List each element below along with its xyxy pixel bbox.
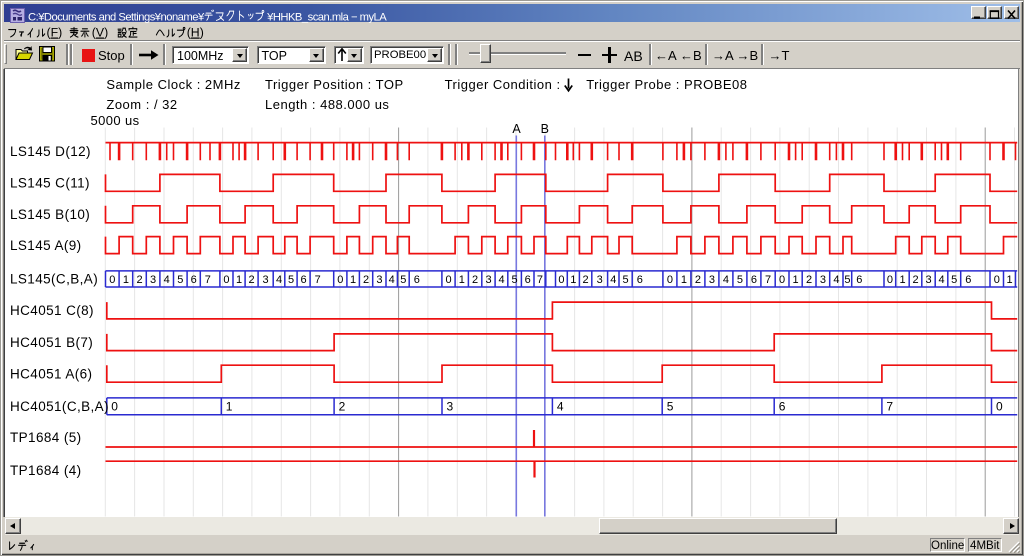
svg-text:6: 6 xyxy=(637,274,643,286)
svg-text:0: 0 xyxy=(109,274,115,286)
svg-text:4: 4 xyxy=(389,274,395,286)
svg-text:Trigger Condition :: Trigger Condition : xyxy=(445,77,561,92)
svg-text:7: 7 xyxy=(315,274,321,286)
svg-text:2: 2 xyxy=(472,274,478,286)
svg-text:HC4051(C,B,A): HC4051(C,B,A) xyxy=(10,399,109,414)
svg-text:1: 1 xyxy=(793,274,799,286)
svg-text:2: 2 xyxy=(912,274,918,286)
svg-text:5: 5 xyxy=(512,274,518,286)
svg-text:0: 0 xyxy=(445,274,451,286)
svg-text:6: 6 xyxy=(779,400,786,414)
svg-text:5: 5 xyxy=(177,274,183,286)
svg-text:7: 7 xyxy=(537,274,543,286)
svg-text:5: 5 xyxy=(951,274,957,286)
svg-text:Trigger Probe : PROBE08: Trigger Probe : PROBE08 xyxy=(586,77,747,92)
svg-text:6: 6 xyxy=(751,274,757,286)
svg-text:1: 1 xyxy=(899,274,905,286)
svg-text:2: 2 xyxy=(363,274,369,286)
svg-text:0: 0 xyxy=(558,274,564,286)
svg-text:Trigger Position : TOP: Trigger Position : TOP xyxy=(265,77,404,92)
svg-text:2: 2 xyxy=(339,400,346,414)
svg-text:B: B xyxy=(541,122,549,136)
svg-text:0: 0 xyxy=(994,274,1000,286)
svg-text:3: 3 xyxy=(597,274,603,286)
svg-text:3: 3 xyxy=(263,274,269,286)
svg-text:4: 4 xyxy=(723,274,729,286)
svg-text:0: 0 xyxy=(667,274,673,286)
svg-text:5: 5 xyxy=(844,274,850,286)
svg-text:1: 1 xyxy=(681,274,687,286)
svg-text:4: 4 xyxy=(610,274,616,286)
svg-text:7: 7 xyxy=(765,274,771,286)
svg-text:1: 1 xyxy=(236,274,242,286)
svg-text:LS145 B(10): LS145 B(10) xyxy=(10,207,90,222)
svg-text:0: 0 xyxy=(996,400,1003,414)
svg-text:4: 4 xyxy=(833,274,839,286)
svg-text:5: 5 xyxy=(623,274,629,286)
svg-text:4: 4 xyxy=(498,274,504,286)
svg-text:0: 0 xyxy=(779,274,785,286)
svg-text:6: 6 xyxy=(965,274,971,286)
svg-text:6: 6 xyxy=(856,274,862,286)
svg-text:3: 3 xyxy=(376,274,382,286)
svg-text:2: 2 xyxy=(695,274,701,286)
svg-text:0: 0 xyxy=(887,274,893,286)
svg-text:4: 4 xyxy=(557,400,564,414)
svg-text:1: 1 xyxy=(226,400,233,414)
svg-text:3: 3 xyxy=(820,274,826,286)
svg-text:5: 5 xyxy=(400,274,406,286)
svg-text:2: 2 xyxy=(583,274,589,286)
svg-text:4: 4 xyxy=(164,274,170,286)
svg-text:LS145 A(9): LS145 A(9) xyxy=(10,238,82,253)
svg-text:1: 1 xyxy=(350,274,356,286)
svg-text:TP1684 (4): TP1684 (4) xyxy=(10,463,82,478)
svg-text:6: 6 xyxy=(414,274,420,286)
svg-text:6: 6 xyxy=(191,274,197,286)
svg-text:Zoom : / 32: Zoom : / 32 xyxy=(106,97,177,112)
svg-text:Length : 488.000 us: Length : 488.000 us xyxy=(265,97,389,112)
svg-text:3: 3 xyxy=(447,400,454,414)
svg-text:1: 1 xyxy=(1006,274,1012,286)
svg-text:0: 0 xyxy=(223,274,229,286)
svg-text:LS145 C(11): LS145 C(11) xyxy=(10,176,90,191)
svg-text:5: 5 xyxy=(737,274,743,286)
svg-text:HC4051 C(8): HC4051 C(8) xyxy=(10,303,94,318)
svg-text:6: 6 xyxy=(525,274,531,286)
svg-text:0: 0 xyxy=(111,400,118,414)
svg-text:1: 1 xyxy=(459,274,465,286)
svg-text:LS145 D(12): LS145 D(12) xyxy=(10,144,91,159)
svg-text:TP1684 (5): TP1684 (5) xyxy=(10,430,82,445)
svg-text:1: 1 xyxy=(123,274,129,286)
svg-text:A: A xyxy=(512,122,521,136)
svg-text:6: 6 xyxy=(301,274,307,286)
svg-text:HC4051 B(7): HC4051 B(7) xyxy=(10,335,93,350)
svg-text:LS145(C,B,A): LS145(C,B,A) xyxy=(10,272,98,287)
svg-text:4: 4 xyxy=(276,274,282,286)
svg-text:0: 0 xyxy=(337,274,343,286)
svg-text:4: 4 xyxy=(938,274,944,286)
svg-text:5: 5 xyxy=(667,400,674,414)
svg-text:HC4051 A(6): HC4051 A(6) xyxy=(10,366,92,381)
svg-text:1: 1 xyxy=(570,274,576,286)
svg-text:2: 2 xyxy=(136,274,142,286)
svg-text:2: 2 xyxy=(249,274,255,286)
svg-text:3: 3 xyxy=(485,274,491,286)
svg-text:5: 5 xyxy=(288,274,294,286)
svg-text:2: 2 xyxy=(806,274,812,286)
svg-text:3: 3 xyxy=(925,274,931,286)
svg-text:3: 3 xyxy=(150,274,156,286)
svg-text:3: 3 xyxy=(709,274,715,286)
svg-text:5000 us: 5000 us xyxy=(91,113,140,128)
svg-text:7: 7 xyxy=(205,274,211,286)
svg-text:Sample Clock : 2MHz: Sample Clock : 2MHz xyxy=(106,77,240,92)
svg-text:7: 7 xyxy=(886,400,893,414)
